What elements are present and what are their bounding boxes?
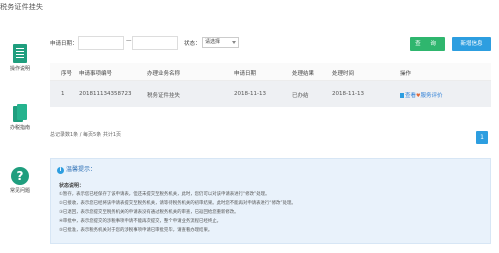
col-header-apply-date: 申请日期 (234, 71, 257, 77)
sidebar-item-label: 常见问题 (9, 188, 30, 194)
cell-result: 已办结 (292, 93, 309, 99)
col-header-index: 序号 (61, 71, 73, 77)
col-header-process-date: 处理时间 (332, 71, 355, 77)
tips-title-text: 温馨提示： (66, 166, 97, 173)
tips-title: i 温馨提示： (57, 164, 96, 174)
query-button[interactable]: 查 询 (410, 37, 445, 51)
page-title: 税务证件挂失 (0, 3, 44, 11)
add-info-button[interactable]: 新增信息 (452, 37, 491, 51)
question-icon: ? (11, 167, 29, 185)
cell-number: 201811134358723 (79, 91, 132, 97)
pagination-info: 总记录数1条 / 每页5条 共计1页 (50, 132, 121, 138)
file-icon (400, 93, 404, 98)
page-button[interactable]: 1 (476, 131, 488, 144)
tips-line: ⑤已批准，表示税务机关对于您的涉税事项申请已审批完毕，请查看办理结果。 (59, 228, 213, 233)
tips-subtitle: 状态说明： (59, 183, 85, 189)
col-header-number: 申请事项编号 (79, 71, 113, 77)
tips-line: ①暂存，表示您已经保存了该申请表，但还未提交至税务机关，此时，您仍可以对该申请表… (59, 192, 270, 197)
cell-operations: 查看♥服务评价 (400, 91, 443, 99)
date-to-input[interactable] (132, 36, 178, 50)
date-label: 申请日期： (50, 41, 78, 47)
col-header-business: 办理业务名称 (147, 71, 181, 77)
service-evaluation-link[interactable]: 服务评价 (421, 93, 443, 99)
table-header: 序号 申请事项编号 办理业务名称 申请日期 处理结果 处理时间 操作 (50, 63, 491, 81)
col-header-result: 处理结果 (292, 71, 315, 77)
view-link[interactable]: 查看 (405, 93, 416, 99)
chevron-down-icon (232, 41, 236, 44)
table-row: 1 201811134358723 税务证件挂失 2018-11-13 已办结 … (50, 81, 491, 107)
date-from-input[interactable] (78, 36, 124, 50)
tips-panel: i 温馨提示： 状态说明： ①暂存，表示您已经保存了该申请表，但还未提交至税务机关… (50, 158, 491, 244)
date-separator: — (126, 38, 132, 44)
sidebar-item-faq[interactable]: ? 常见问题 (4, 167, 36, 194)
sidebar-item-label: 办税指南 (9, 125, 30, 131)
col-header-operation: 操作 (400, 71, 412, 77)
sidebar-item-guide[interactable]: 办税指南 (4, 104, 36, 131)
status-select-value: 请选择 (205, 39, 221, 45)
book-icon (13, 104, 27, 122)
cell-business: 税务证件挂失 (147, 93, 181, 99)
status-label: 状态： (184, 41, 201, 47)
cell-index: 1 (61, 91, 65, 97)
sidebar-item-label: 操作说明 (9, 66, 30, 72)
records-table: 序号 申请事项编号 办理业务名称 申请日期 处理结果 处理时间 操作 1 201… (50, 63, 491, 107)
cell-process-date: 2018-11-13 (332, 91, 364, 97)
info-icon: i (57, 167, 64, 174)
document-list-icon (13, 44, 27, 63)
tips-line: ②已接收，表示您已经将该申请表提交至税务机关，请等待税务机关的初审结果。此时您不… (59, 201, 296, 206)
tips-line: ③已退回，表示您提交至税务机关的申请表没有通过税务机关的审查，已返回给您重新修改… (59, 210, 239, 215)
cell-apply-date: 2018-11-13 (234, 91, 266, 97)
sidebar-item-instructions[interactable]: 操作说明 (4, 44, 36, 72)
status-select[interactable]: 请选择 (202, 37, 239, 48)
tips-line: ④审批中，表示您提交的涉税事项申请不能再次提交，整个申请业务流程已经终止。 (59, 219, 222, 224)
